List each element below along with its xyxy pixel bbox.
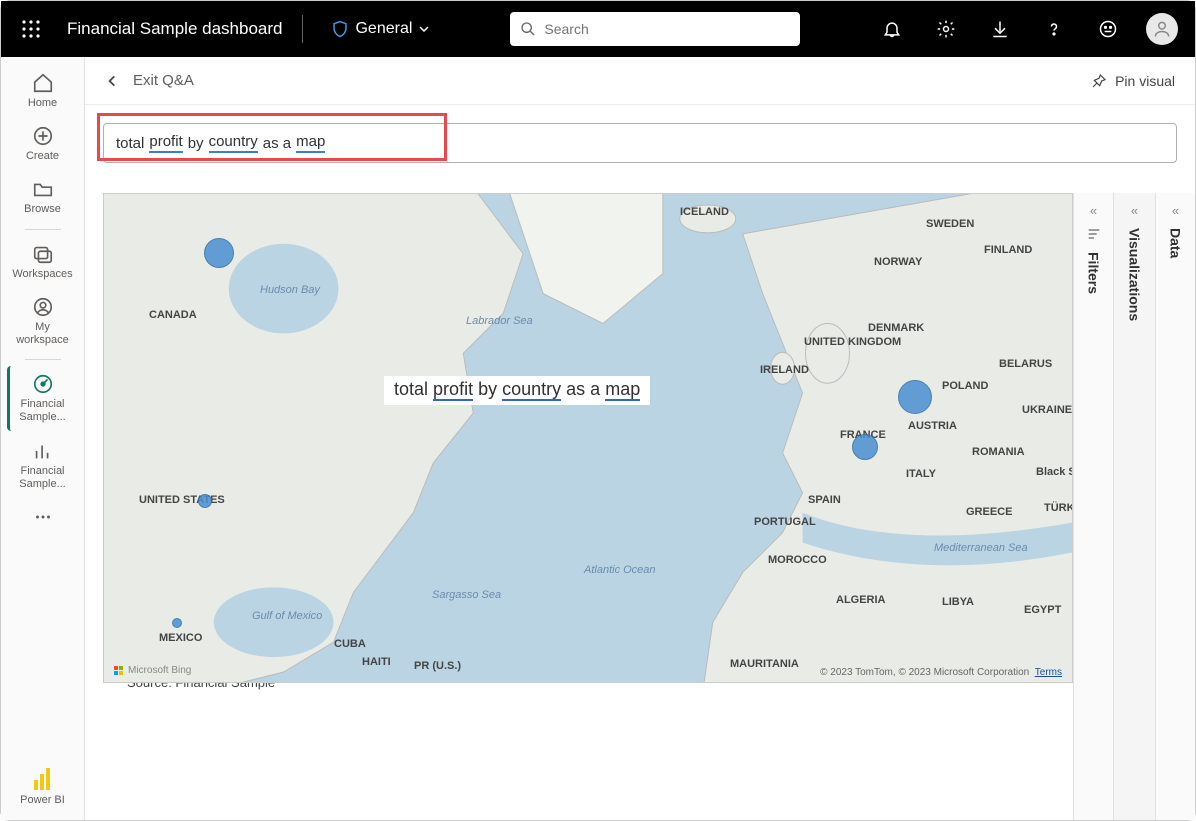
app-launcher-icon[interactable] [13,11,49,47]
avatar [1146,13,1178,45]
bing-icon [114,666,124,676]
collapse-icon[interactable]: « [1172,203,1179,218]
account-button[interactable] [1141,8,1183,50]
plus-circle-icon [31,124,55,148]
divider [302,15,303,43]
back-button[interactable] [105,74,119,88]
collapse-icon[interactable]: « [1090,203,1097,218]
pin-visual-button[interactable]: Pin visual [1091,73,1175,89]
nav-browse[interactable]: Browse [9,171,77,222]
terms-link[interactable]: Terms [1035,667,1062,678]
workspaces-icon [31,242,55,266]
divider [25,359,61,360]
collapse-icon[interactable]: « [1131,203,1138,218]
ellipsis-icon [31,505,55,529]
right-panels: « Filters « Visualizations « Data [1073,193,1195,820]
qna-token: by [188,135,204,152]
chevron-down-icon [418,23,430,35]
person-circle-icon [31,295,55,319]
content-area: Exit Q&A Pin visual total profit by coun… [85,57,1195,820]
qna-input[interactable]: total profit by country as a map [103,123,1177,163]
top-header: Financial Sample dashboard General [1,1,1195,57]
global-search[interactable] [510,12,800,46]
nav-my-workspace[interactable]: My workspace [9,289,77,353]
map-background [104,194,1072,682]
download-button[interactable] [979,8,1021,50]
divider [25,229,61,230]
feedback-button[interactable] [1087,8,1129,50]
powerbi-icon [34,768,52,790]
folder-icon [31,177,55,201]
bing-attribution: Microsoft Bing [114,665,191,676]
nav-home[interactable]: Home [9,65,77,116]
visualizations-panel[interactable]: « Visualizations [1113,193,1155,820]
settings-button[interactable] [925,8,967,50]
sensitivity-dropdown[interactable]: General [323,15,438,43]
nav-more[interactable] [9,499,77,535]
qna-toolbar: Exit Q&A Pin visual [85,57,1195,105]
filter-icon [1086,226,1102,242]
nav-financial-report[interactable]: Financial Sample... [9,433,77,497]
qna-token: profit [149,133,182,153]
filters-panel[interactable]: « Filters [1073,193,1113,820]
help-button[interactable] [1033,8,1075,50]
dashboard-icon [31,372,55,396]
nav-create[interactable]: Create [9,118,77,169]
map-visual[interactable]: total profit by country as a map Microso… [103,193,1073,683]
notifications-button[interactable] [871,8,913,50]
qna-token: as a [263,135,291,152]
sensitivity-label: General [355,20,412,38]
qna-token: country [209,133,258,153]
shield-icon [331,19,349,39]
visual-title: total profit by country as a map [384,376,650,405]
data-panel[interactable]: « Data [1155,193,1195,820]
exit-qna-label[interactable]: Exit Q&A [133,72,194,89]
bar-chart-icon [31,439,55,463]
pin-icon [1091,73,1107,89]
map-credits: © 2023 TomTom, © 2023 Microsoft Corporat… [820,667,1062,678]
qna-token: total [116,135,144,152]
left-nav: Home Create Browse Workspaces My workspa… [1,57,85,820]
nav-financial-dashboard[interactable]: Financial Sample... [7,366,75,430]
qna-token: map [296,133,325,153]
home-icon [31,71,55,95]
search-icon [520,21,536,37]
powerbi-brand: Power BI [9,760,77,820]
search-input[interactable] [544,21,790,37]
nav-workspaces[interactable]: Workspaces [9,236,77,287]
header-title: Financial Sample dashboard [67,19,282,39]
